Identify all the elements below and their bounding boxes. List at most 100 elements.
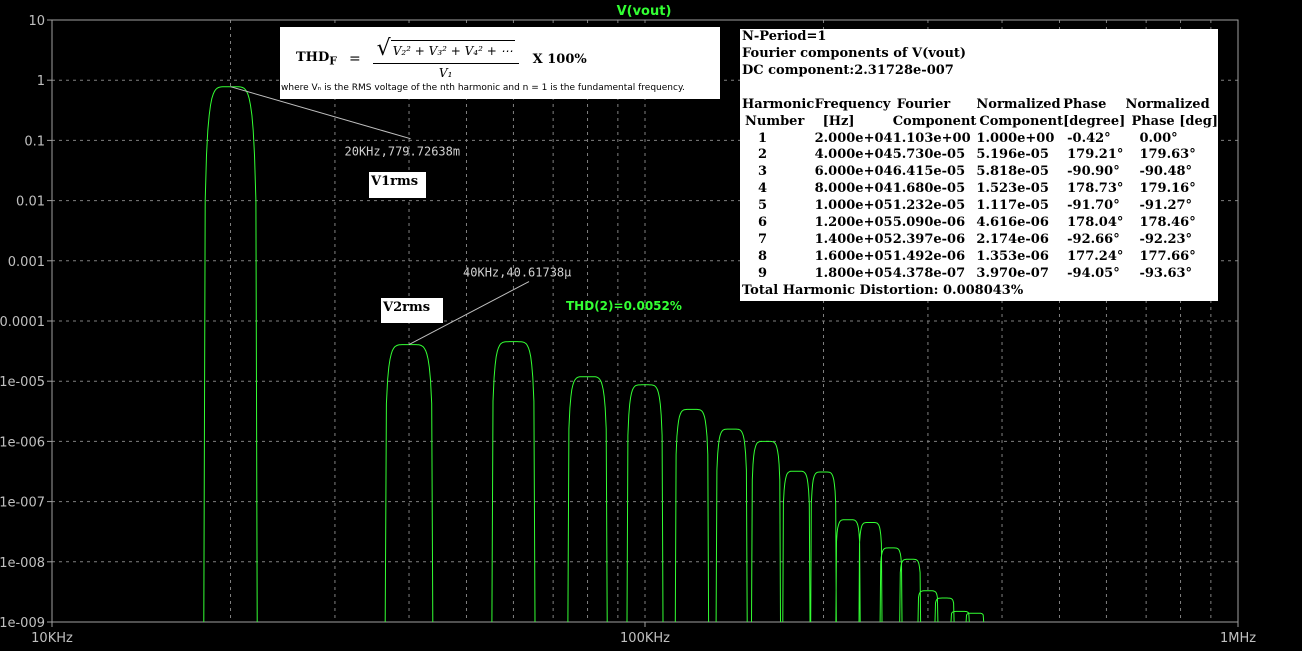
table-cell: 1 — [758, 130, 768, 146]
formula-note: where Vₙ is the RMS voltage of the nth h… — [281, 83, 685, 93]
table-cell: 6 — [758, 215, 768, 231]
table-cell: 1.680e-05 — [892, 181, 966, 197]
x-tick-label: 100KHz — [620, 631, 670, 646]
y-tick-label: 1e-007 — [0, 496, 45, 511]
table-cell: 4.378e-07 — [892, 265, 966, 281]
table-cell: 5.090e-06 — [892, 215, 966, 231]
table-cell: 178.73° — [1067, 181, 1124, 197]
table-row: 1 2.000e+04 1.103e+00 1.000e+00 -0.42° 0.00° — [740, 131, 1218, 148]
table-cell: 2 — [758, 147, 768, 163]
table-row: 5 1.000e+05 1.232e-05 1.117e-05 -91.70° -91.2… — [740, 198, 1218, 215]
table-row: 7 1.400e+05 2.397e-06 2.174e-06 -92.66° -92.2… — [740, 232, 1218, 249]
formula-radicand: V₂² + V₃² + V₄² + ⋯ — [390, 40, 515, 58]
table-row: 9 1.800e+05 4.378e-07 3.970e-07 -94.05° -93.6… — [740, 266, 1218, 283]
table-cell: 1.800e+05 — [814, 265, 893, 281]
table-cell: 1.103e+00 — [892, 130, 971, 146]
table-cell: 1.523e-05 — [976, 181, 1049, 197]
col-header: Normalized — [976, 96, 1061, 112]
table-cell: 1.232e-05 — [892, 198, 966, 214]
thd-label: THD(2)=0.0052% — [566, 299, 682, 313]
col-header: Component — [892, 113, 977, 129]
y-tick-label: 0.001 — [8, 255, 45, 270]
table-cell: 2.174e-06 — [976, 231, 1049, 247]
v2rms-text: V2rms — [383, 300, 431, 315]
table-cell: -90.48° — [1139, 164, 1193, 180]
formula-multiplier: X 100% — [532, 51, 587, 67]
y-tick-label: 1e-005 — [0, 375, 45, 390]
dc-component: DC component:2.31728e-007 — [742, 62, 954, 78]
y-tick-label: 0.0001 — [0, 315, 45, 330]
table-cell: 4.000e+04 — [814, 147, 893, 163]
table-cell: 2.397e-06 — [892, 231, 966, 247]
table-cell: 177.24° — [1067, 248, 1124, 264]
table-cell: 179.16° — [1139, 181, 1196, 197]
table-cell: 179.63° — [1139, 147, 1196, 163]
table-cell: 3 — [758, 164, 768, 180]
col-header: Harmonic — [742, 96, 815, 112]
x-tick-label: 10KHz — [31, 631, 73, 646]
sqrt-icon: √ — [376, 36, 391, 61]
y-tick-label: 1e-009 — [0, 616, 45, 631]
table-cell: 2.000e+04 — [814, 130, 893, 146]
table-cell: 9 — [758, 265, 768, 281]
formula-denominator: V₁ — [438, 66, 453, 80]
col-header: Fourier — [896, 96, 951, 112]
table-cell: 1.600e+05 — [814, 248, 893, 264]
table-cell: 6.000e+04 — [814, 164, 893, 180]
table-cell: -93.63° — [1139, 265, 1193, 281]
table-cell: -0.42° — [1067, 130, 1111, 146]
chart-title[interactable]: V(vout) — [617, 4, 672, 19]
col-header: Phase — [1063, 96, 1107, 112]
formula-lhs: THDF — [296, 50, 337, 68]
v2rms-label: V2rms — [381, 298, 443, 323]
col-header: Frequency — [814, 96, 891, 112]
annotation-label: 20KHz,779.72638m — [345, 145, 461, 159]
y-tick-label: 1e-006 — [0, 435, 45, 450]
table-cell: 1.117e-05 — [976, 198, 1049, 214]
table-cell: 179.21° — [1067, 147, 1124, 163]
v1rms-label: V1rms — [369, 172, 426, 198]
table-row: 3 6.000e+04 6.415e-05 5.818e-05 -90.90° -90.4… — [740, 164, 1218, 181]
table-cell: 1.492e-06 — [892, 248, 966, 264]
y-tick-label: 0.01 — [16, 195, 45, 210]
fourier-title: Fourier components of V(vout) — [742, 45, 967, 61]
table-cell: 5.818e-05 — [976, 164, 1049, 180]
formula-equals: = — [348, 51, 361, 67]
x-tick-label: 1MHz — [1220, 631, 1256, 646]
col-header: [Hz] — [822, 113, 855, 129]
col-header: [degree] — [1063, 113, 1126, 129]
y-tick-label: 10 — [28, 14, 45, 29]
table-cell: 8 — [758, 248, 768, 264]
table-cell: 1.353e-06 — [976, 248, 1049, 264]
table-cell: 178.46° — [1139, 215, 1196, 231]
thd-formula-box: THDF = √ V₂² + V₃² + V₄² + ⋯ V₁ X 100% wh… — [280, 27, 720, 99]
table-cell: 3.970e-07 — [976, 265, 1049, 281]
table-cell: 5.196e-05 — [976, 147, 1049, 163]
table-cell: 177.66° — [1139, 248, 1196, 264]
formula-lhs-sub: F — [329, 54, 337, 68]
table-cell: 5.730e-05 — [892, 147, 966, 163]
table-cell: 5 — [758, 198, 768, 214]
table-cell: -90.90° — [1067, 164, 1120, 180]
table-cell: -91.27° — [1139, 198, 1193, 214]
table-cell: 4.616e-06 — [976, 215, 1049, 231]
table-header-row-2: Number [Hz] Component Component [degree]… — [740, 114, 1218, 131]
table-row: 4 8.000e+04 1.680e-05 1.523e-05 178.73° 179.1… — [740, 181, 1218, 198]
col-header: Normalized — [1125, 96, 1210, 112]
col-header: Phase [deg] — [1131, 113, 1218, 129]
table-cell: 1.400e+05 — [814, 231, 893, 247]
annotation-label: 40KHz,40.61738µ — [463, 266, 571, 280]
table-row: 8 1.600e+05 1.492e-06 1.353e-06 177.24° 177.6… — [740, 249, 1218, 266]
table-cell: 6.415e-05 — [892, 164, 966, 180]
table-cell: 4 — [758, 181, 768, 197]
table-row: 6 1.200e+05 5.090e-06 4.616e-06 178.04° 178.4… — [740, 215, 1218, 232]
table-row: 2 4.000e+04 5.730e-05 5.196e-05 179.21° 179.6… — [740, 147, 1218, 164]
table-cell: 0.00° — [1139, 130, 1178, 146]
table-cell: -91.70° — [1067, 198, 1120, 214]
total-harmonic-distortion: Total Harmonic Distortion: 0.008043% — [742, 282, 1024, 298]
table-cell: 8.000e+04 — [814, 181, 893, 197]
col-header: Number — [745, 113, 805, 129]
fourier-table-body: 1 2.000e+04 1.103e+00 1.000e+00 -0.42° 0.00° 2… — [740, 131, 1218, 283]
y-tick-label: 1e-008 — [0, 556, 45, 571]
y-axis-ticks: 10 1 0.1 0.01 0.001 0.0001 1e-005 1e-006 1e-007 1… — [0, 14, 52, 631]
